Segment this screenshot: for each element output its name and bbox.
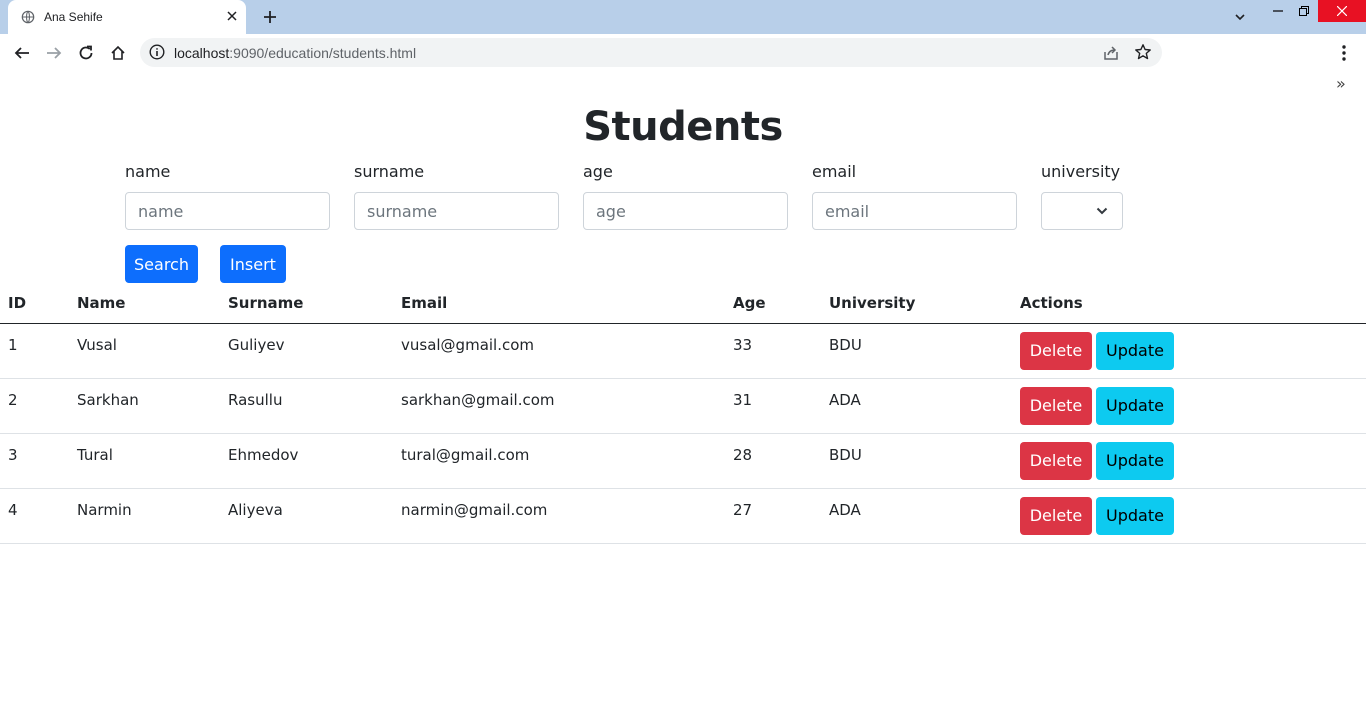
cell-email: narmin@gmail.com (393, 488, 725, 544)
surname-filter: surname (354, 162, 559, 230)
name-filter: name (125, 162, 330, 230)
age-filter-input[interactable] (583, 192, 788, 230)
window-restore-icon[interactable] (1292, 0, 1316, 22)
email-filter: email (812, 162, 1017, 230)
cell-email: vusal@gmail.com (393, 323, 725, 379)
cell-age: 28 (725, 433, 821, 489)
cell-id: 2 (0, 378, 69, 434)
update-button[interactable]: Update (1096, 386, 1174, 425)
cell-name: Sarkhan (69, 378, 220, 434)
chevron-down-icon (1096, 207, 1108, 215)
new-tab-plus-icon[interactable] (258, 5, 282, 29)
update-button[interactable]: Update (1096, 496, 1174, 535)
window-minimize-icon[interactable] (1266, 0, 1290, 22)
university-filter: university (1041, 162, 1123, 230)
cell-email: sarkhan@gmail.com (393, 378, 725, 434)
url-path: :9090/education/students.html (229, 45, 417, 61)
cell-age: 31 (725, 378, 821, 434)
column-header-actions: Actions (1012, 284, 1366, 324)
bookmark-star-icon[interactable] (1134, 43, 1152, 61)
page-title: Students (583, 104, 783, 150)
site-info-icon[interactable] (149, 44, 165, 60)
bookmarks-bar: » (0, 72, 1366, 98)
search-button[interactable]: Search (125, 245, 198, 283)
browser-menu-kebab-icon[interactable] (1334, 41, 1354, 65)
age-filter-label: age (583, 162, 613, 181)
cell-id: 1 (0, 323, 69, 379)
browser-tab[interactable]: Ana Sehife (8, 0, 246, 34)
cell-actions: Delete Update (1012, 323, 1366, 379)
column-header-name: Name (69, 284, 220, 324)
cell-university: BDU (821, 433, 1012, 489)
update-button[interactable]: Update (1096, 331, 1174, 370)
cell-university: ADA (821, 488, 1012, 544)
cell-actions: Delete Update (1012, 378, 1366, 434)
table-row: 3 Tural Ehmedov tural@gmail.com 28 BDU D… (0, 433, 1366, 489)
name-filter-label: name (125, 162, 171, 181)
column-header-id: ID (0, 284, 69, 324)
tab-close-icon[interactable] (222, 6, 242, 26)
cell-actions: Delete Update (1012, 433, 1366, 489)
update-button[interactable]: Update (1096, 441, 1174, 480)
surname-filter-input[interactable] (354, 192, 559, 230)
table-header-row: ID Name Surname Email Age University Act… (0, 284, 1366, 324)
browser-tabstrip: Ana Sehife (0, 0, 1366, 34)
bookmarks-overflow-chevron-icon[interactable]: » (1336, 74, 1346, 93)
cell-name: Tural (69, 433, 220, 489)
cell-surname: Aliyeva (220, 488, 393, 544)
delete-button[interactable]: Delete (1020, 331, 1092, 370)
cell-surname: Ehmedov (220, 433, 393, 489)
column-header-age: Age (725, 284, 821, 324)
back-arrow-icon[interactable] (10, 41, 34, 65)
column-header-surname: Surname (220, 284, 393, 324)
column-header-email: Email (393, 284, 725, 324)
delete-button[interactable]: Delete (1020, 441, 1092, 480)
cell-surname: Rasullu (220, 378, 393, 434)
cell-age: 27 (725, 488, 821, 544)
address-bar[interactable]: localhost:9090/education/students.html (140, 38, 1162, 67)
insert-button[interactable]: Insert (220, 245, 286, 283)
table-row: 1 Vusal Guliyev vusal@gmail.com 33 BDU D… (0, 323, 1366, 379)
address-url[interactable]: localhost:9090/education/students.html (174, 45, 416, 61)
table-row: 2 Sarkhan Rasullu sarkhan@gmail.com 31 A… (0, 378, 1366, 434)
age-filter: age (583, 162, 788, 230)
cell-surname: Guliyev (220, 323, 393, 379)
cell-id: 3 (0, 433, 69, 489)
browser-toolbar: localhost:9090/education/students.html (0, 34, 1366, 72)
university-select[interactable] (1041, 192, 1123, 230)
cell-age: 33 (725, 323, 821, 379)
cell-id: 4 (0, 488, 69, 544)
surname-filter-label: surname (354, 162, 425, 181)
tab-search-chevron-icon[interactable] (1228, 6, 1252, 28)
delete-button[interactable]: Delete (1020, 386, 1092, 425)
tab-title: Ana Sehife (44, 10, 103, 24)
cell-name: Narmin (69, 488, 220, 544)
globe-icon (21, 10, 35, 24)
cell-name: Vusal (69, 323, 220, 379)
window-close-icon[interactable] (1318, 0, 1366, 22)
reload-icon[interactable] (74, 41, 98, 65)
name-filter-input[interactable] (125, 192, 330, 230)
email-filter-input[interactable] (812, 192, 1017, 230)
students-table: ID Name Surname Email Age University Act… (0, 284, 1366, 544)
university-filter-label: university (1041, 162, 1121, 181)
column-header-university: University (821, 284, 1012, 324)
cell-actions: Delete Update (1012, 488, 1366, 544)
table-row: 4 Narmin Aliyeva narmin@gmail.com 27 ADA… (0, 488, 1366, 544)
email-filter-label: email (812, 162, 857, 181)
cell-university: ADA (821, 378, 1012, 434)
share-icon[interactable] (1102, 44, 1120, 62)
cell-university: BDU (821, 323, 1012, 379)
home-icon[interactable] (106, 41, 130, 65)
url-host: localhost (174, 45, 230, 61)
forward-arrow-icon[interactable] (42, 41, 66, 65)
cell-email: tural@gmail.com (393, 433, 725, 489)
delete-button[interactable]: Delete (1020, 496, 1092, 535)
